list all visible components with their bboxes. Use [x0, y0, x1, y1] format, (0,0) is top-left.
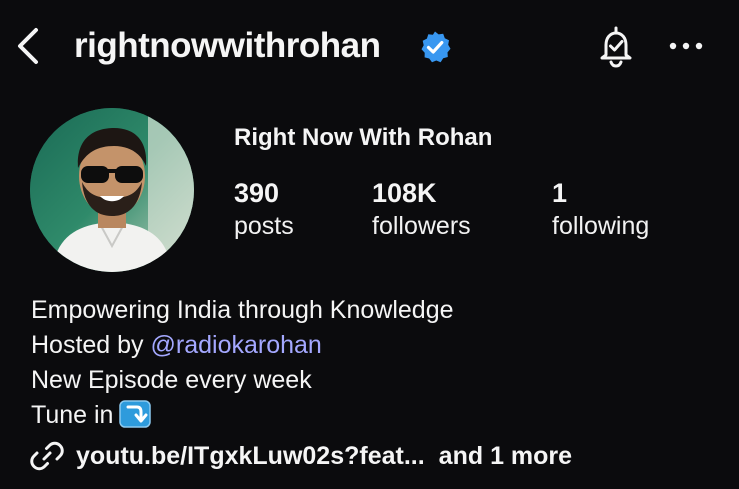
- posts-value: 390: [234, 178, 280, 208]
- bio-line-1: Empowering India through Knowledge: [31, 296, 454, 324]
- avatar-photo: [30, 108, 194, 272]
- avatar[interactable]: [30, 108, 194, 272]
- posts-label: posts: [234, 212, 294, 240]
- back-button[interactable]: [12, 22, 46, 70]
- followers-label: followers: [372, 212, 471, 240]
- following-label: following: [552, 212, 650, 240]
- external-links: youtu.be/ITgxkLuw02s?feat... and 1 more: [30, 438, 572, 474]
- more-options-button[interactable]: [666, 34, 706, 58]
- external-link[interactable]: youtu.be/ITgxkLuw02s?feat...: [76, 442, 425, 471]
- bio-line-4: Tune in: [31, 398, 454, 433]
- link-icon: [30, 441, 64, 471]
- more-links-button[interactable]: and 1 more: [439, 442, 572, 471]
- notifications-button[interactable]: [594, 25, 638, 69]
- followers-count[interactable]: 108K followers: [372, 176, 471, 242]
- posts-count[interactable]: 390 posts: [234, 176, 294, 242]
- bio-line-2: Hosted by @radiokarohan: [31, 328, 454, 363]
- verified-badge-icon: [418, 30, 452, 64]
- arrow-down-right-icon: [119, 400, 152, 428]
- bio: Empowering India through Knowledge Hoste…: [31, 293, 454, 433]
- chevron-left-icon: [18, 28, 38, 64]
- bell-check-icon: [600, 26, 632, 68]
- profile-username: rightnowwithrohan: [74, 26, 381, 65]
- mention-link[interactable]: @radiokarohan: [151, 331, 322, 359]
- profile-page: rightnowwithrohan Right Now With Rohan 3…: [0, 0, 739, 489]
- more-horizontal-icon: [669, 42, 703, 50]
- bio-line-3: New Episode every week: [31, 366, 312, 394]
- bio-hosted-by: Hosted by: [31, 331, 151, 359]
- display-name: Right Now With Rohan: [234, 124, 493, 151]
- bio-tune-in: Tune in: [31, 401, 114, 429]
- followers-value: 108K: [372, 178, 437, 208]
- following-value: 1: [552, 178, 568, 208]
- following-count[interactable]: 1 following: [552, 176, 649, 242]
